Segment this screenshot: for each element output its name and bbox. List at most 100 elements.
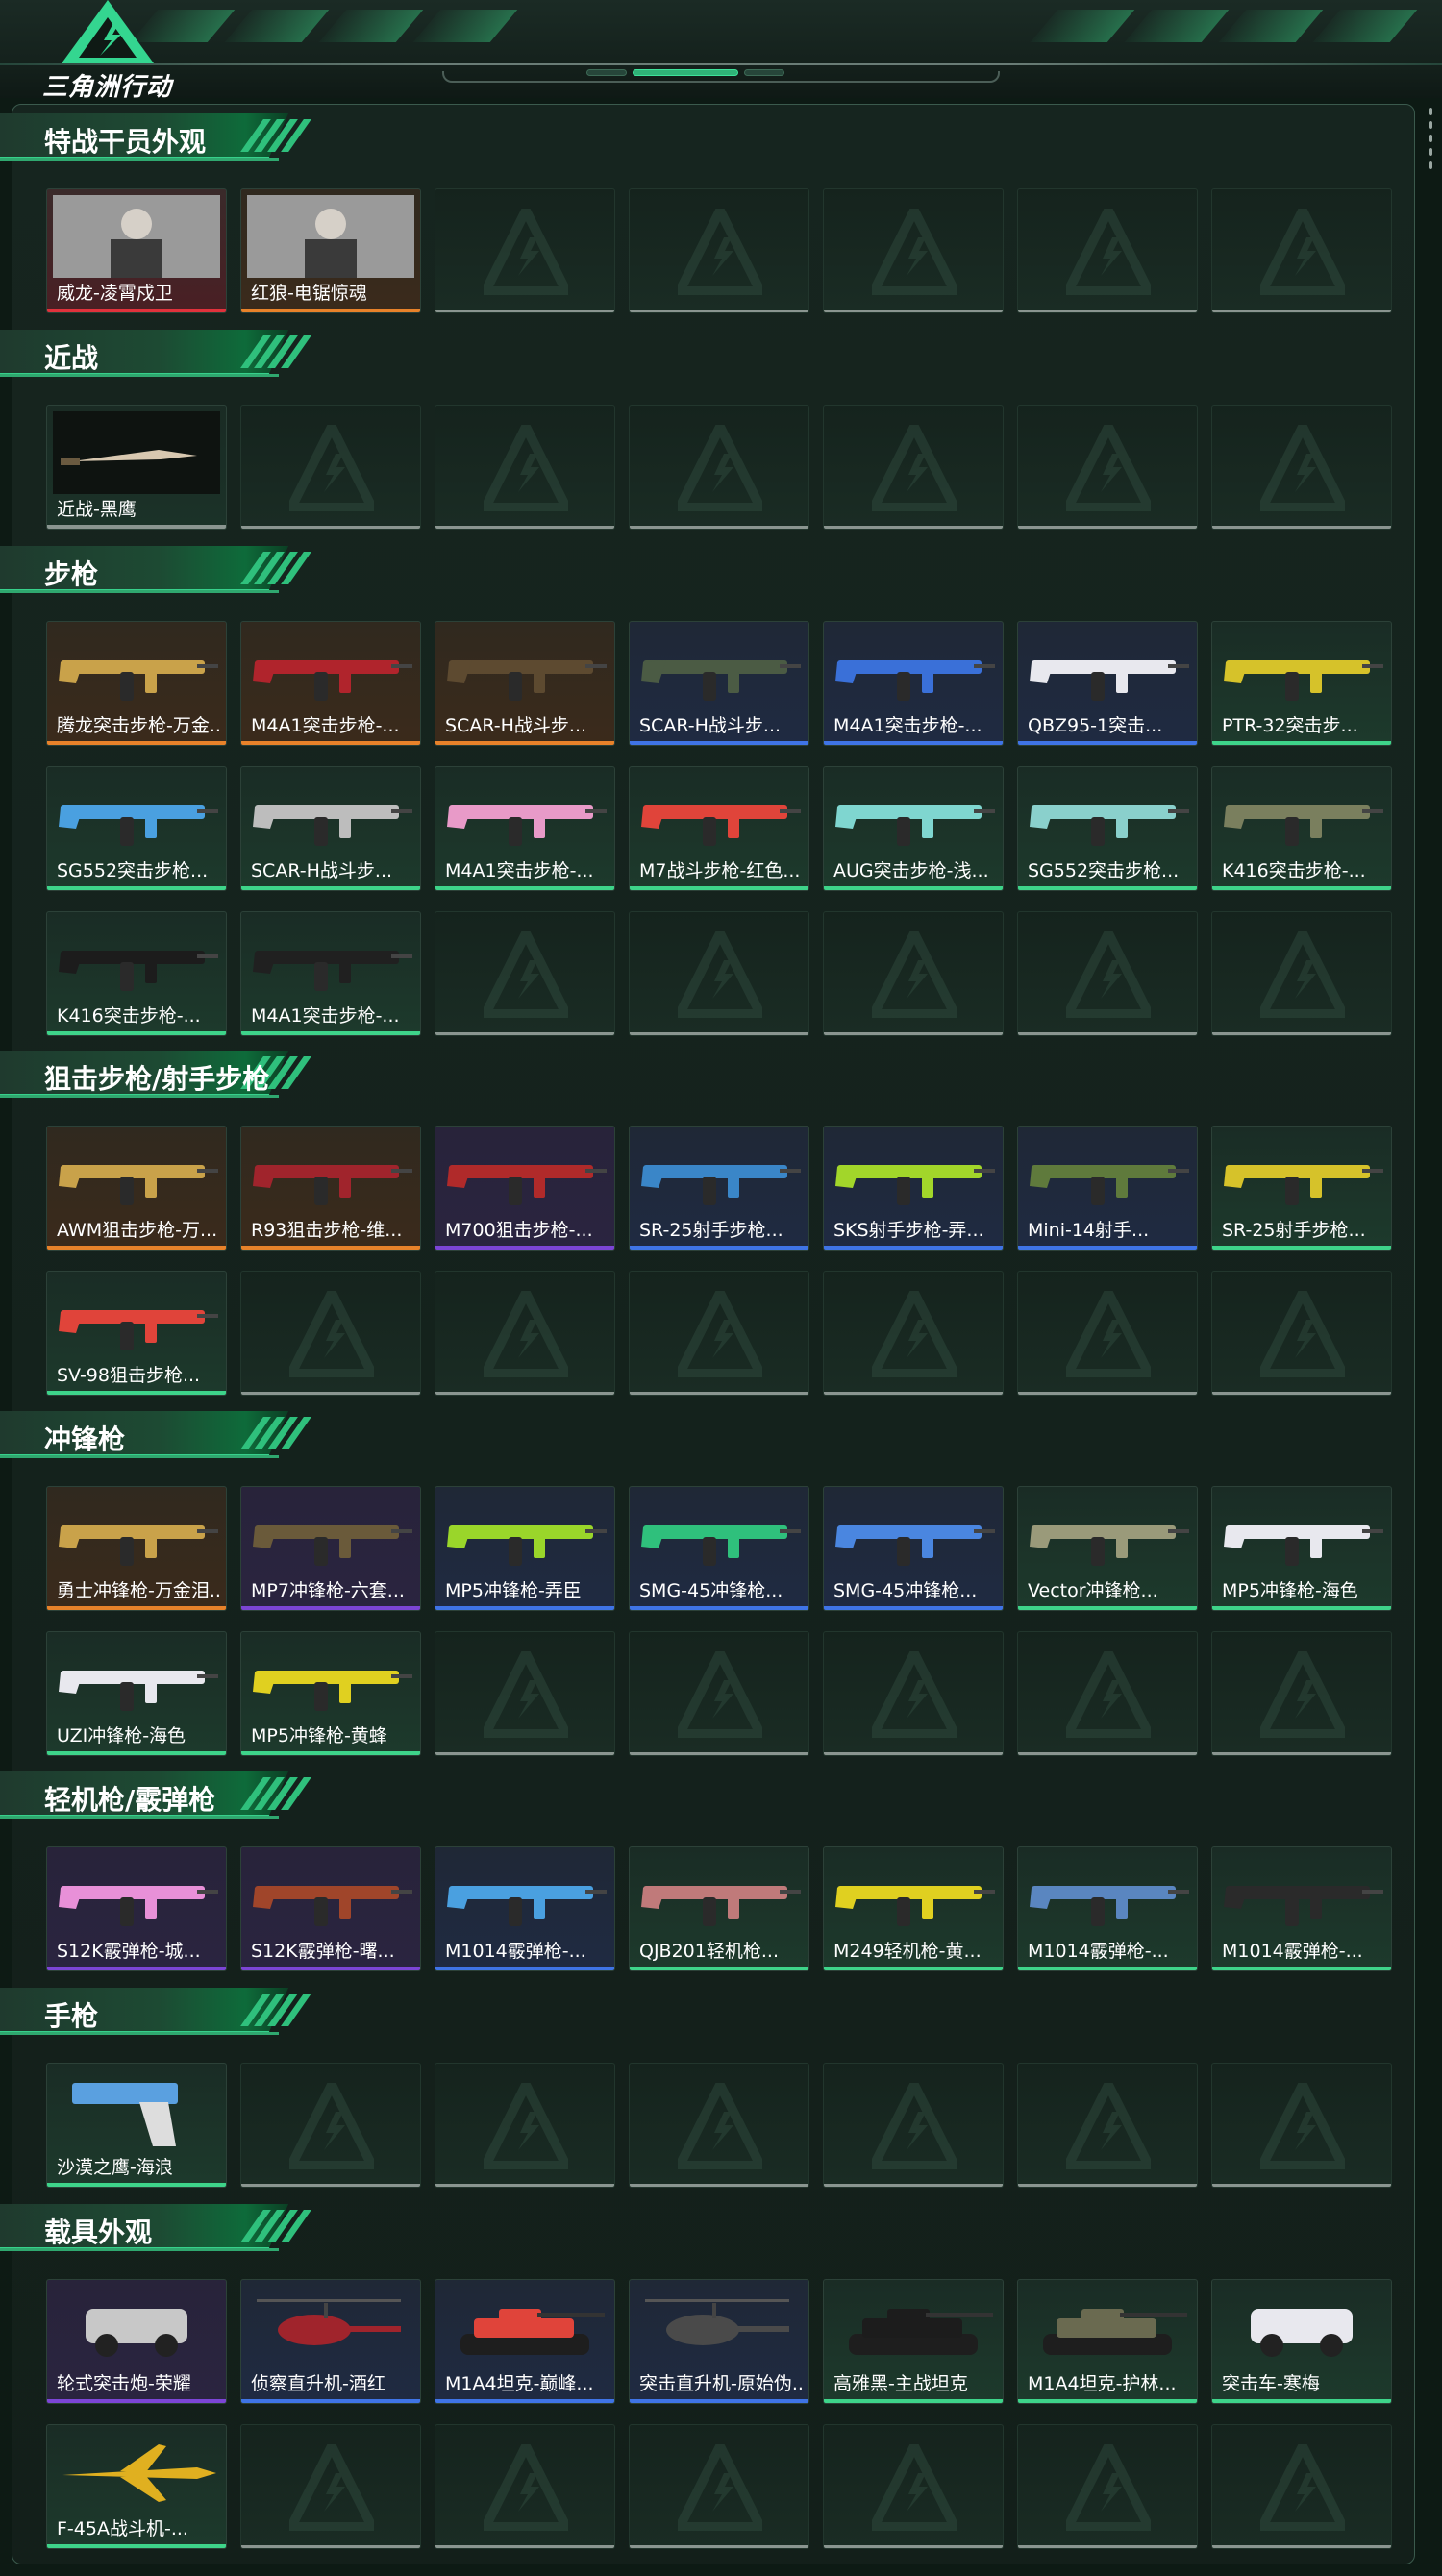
skin-card[interactable]: 威龙-凌霄戍卫: [46, 188, 227, 313]
skin-card[interactable]: SCAR-H战斗步...: [629, 621, 809, 746]
skin-card[interactable]: MP5冲锋枪-黄蜂: [240, 1631, 421, 1756]
section-header-underline: [0, 2032, 279, 2035]
skin-card[interactable]: SR-25射手步枪...: [1211, 1126, 1392, 1251]
scrollbar-indicator[interactable]: [1429, 108, 1434, 169]
smg-icon: [635, 1493, 803, 1575]
skin-card[interactable]: SMG-45冲锋枪...: [823, 1486, 1004, 1611]
skin-card[interactable]: K416突击步枪-...: [46, 911, 227, 1036]
skin-card[interactable]: M1014霰弹枪-...: [1017, 1846, 1198, 1971]
skin-card[interactable]: K416突击步枪-...: [1211, 766, 1392, 891]
empty-slot: [1211, 2424, 1392, 2549]
skin-card[interactable]: Mini-14射手...: [1017, 1126, 1198, 1251]
delta-emblem-icon: [865, 2435, 963, 2532]
skin-card-label: MP5冲锋枪-黄蜂: [251, 1725, 387, 1746]
skin-card[interactable]: M7战斗步枪-红色...: [629, 766, 809, 891]
empty-slot-strip: [435, 2184, 614, 2187]
skin-card[interactable]: S12K霰弹枪-城...: [46, 1846, 227, 1971]
empty-slot-strip: [630, 526, 808, 529]
skin-card[interactable]: 高雅黑-主战坦克: [823, 2279, 1004, 2404]
banner-stripes-left: [130, 10, 518, 46]
skin-card[interactable]: UZI冲锋枪-海色: [46, 1631, 227, 1756]
skin-card[interactable]: 轮式突击炮-荣耀: [46, 2279, 227, 2404]
skin-card[interactable]: QJB201轻机枪...: [629, 1846, 809, 1971]
empty-slot: [1211, 2063, 1392, 2188]
skin-card-label: R93狙击步枪-维...: [251, 1220, 403, 1241]
skin-card[interactable]: PTR-32突击步...: [1211, 621, 1392, 746]
helicopter-icon: [247, 2286, 414, 2368]
skin-card[interactable]: 突击车-寒梅: [1211, 2279, 1392, 2404]
skin-card[interactable]: SMG-45冲锋枪...: [629, 1486, 809, 1611]
rarity-strip: [47, 1031, 226, 1035]
empty-slot: [435, 911, 615, 1036]
rarity-strip: [435, 1246, 614, 1250]
skin-card-label: M1014霰弹枪-...: [1028, 1941, 1169, 1962]
skin-card[interactable]: 沙漠之鹰-海浪: [46, 2063, 227, 2188]
empty-slot-strip: [630, 1392, 808, 1395]
skin-card[interactable]: M1014霰弹枪-...: [1211, 1846, 1392, 1971]
section-header: 步枪: [0, 546, 317, 596]
rarity-strip: [630, 1246, 808, 1250]
empty-slot: [823, 911, 1004, 1036]
skin-card[interactable]: 红狼-电锯惊魂: [240, 188, 421, 313]
empty-slot-strip: [435, 526, 614, 529]
section-header: 狙击步枪/射手步枪: [0, 1051, 317, 1101]
skin-card[interactable]: S12K霰弹枪-曙...: [240, 1846, 421, 1971]
skin-card[interactable]: M4A1突击步枪-...: [435, 766, 615, 891]
skin-card[interactable]: SR-25射手步枪...: [629, 1126, 809, 1251]
empty-slot: [629, 2424, 809, 2549]
rarity-strip: [47, 886, 226, 890]
rarity-strip: [47, 741, 226, 745]
skin-card[interactable]: R93狙击步枪-维...: [240, 1126, 421, 1251]
skin-card[interactable]: SCAR-H战斗步...: [240, 766, 421, 891]
skin-card[interactable]: M249轻机枪-黄...: [823, 1846, 1004, 1971]
smg-icon: [247, 1493, 414, 1575]
rarity-strip: [1212, 1246, 1391, 1250]
empty-slot-strip: [630, 2184, 808, 2187]
sniper-icon: [1218, 1132, 1385, 1215]
delta-emblem-icon: [1059, 199, 1157, 296]
skin-card[interactable]: SV-98狙击步枪...: [46, 1271, 227, 1396]
empty-slot: [1017, 1631, 1198, 1756]
skin-card[interactable]: M1014霰弹枪-...: [435, 1846, 615, 1971]
section-header-slashes: [240, 119, 311, 152]
jet-icon: [53, 2431, 220, 2514]
skin-card[interactable]: SCAR-H战斗步...: [435, 621, 615, 746]
skin-card-label: 侦察直升机-酒红: [251, 2373, 385, 2394]
skin-card[interactable]: M700狙击步枪-...: [435, 1126, 615, 1251]
skin-card-label: M4A1突击步枪-...: [445, 860, 594, 881]
skin-card-label: 腾龙突击步枪-万金...: [57, 715, 222, 736]
skin-card[interactable]: Vector冲锋枪...: [1017, 1486, 1198, 1611]
delta-emblem-icon: [865, 1281, 963, 1378]
skin-card-label: MP5冲锋枪-弄臣: [445, 1580, 582, 1601]
shotgun-icon: [441, 1853, 609, 1936]
section-header-bar: [0, 1988, 288, 2034]
skin-card[interactable]: M1A4坦克-巅峰...: [435, 2279, 615, 2404]
empty-slot: [1017, 188, 1198, 313]
skin-card-label: M700狙击步枪-...: [445, 1220, 593, 1241]
skin-card[interactable]: 腾龙突击步枪-万金...: [46, 621, 227, 746]
skin-card[interactable]: SG552突击步枪...: [46, 766, 227, 891]
empty-slot-strip: [1018, 2184, 1197, 2187]
section-title: 冲锋枪: [44, 1424, 126, 1455]
skin-card[interactable]: AUG突击步枪-浅...: [823, 766, 1004, 891]
skin-card[interactable]: M4A1突击步枪-...: [240, 911, 421, 1036]
skin-card[interactable]: M1A4坦克-护林...: [1017, 2279, 1198, 2404]
skin-card[interactable]: 近战-黑鹰: [46, 405, 227, 530]
skin-card[interactable]: SG552突击步枪...: [1017, 766, 1198, 891]
skin-card[interactable]: 勇士冲锋枪-万金泪...: [46, 1486, 227, 1611]
skin-card[interactable]: SKS射手步枪-弄...: [823, 1126, 1004, 1251]
operator-portrait: [247, 195, 414, 278]
skin-card[interactable]: F-45A战斗机-...: [46, 2424, 227, 2549]
skin-card[interactable]: AWM狙击步枪-万...: [46, 1126, 227, 1251]
skin-card[interactable]: M4A1突击步枪-...: [823, 621, 1004, 746]
banner-rule: [0, 63, 1442, 65]
skin-card[interactable]: 侦察直升机-酒红: [240, 2279, 421, 2404]
skin-card[interactable]: QBZ95-1突击...: [1017, 621, 1198, 746]
skin-card[interactable]: 突击直升机-原始伪...: [629, 2279, 809, 2404]
skin-card[interactable]: MP7冲锋枪-六套...: [240, 1486, 421, 1611]
skin-card[interactable]: M4A1突击步枪-...: [240, 621, 421, 746]
empty-slot: [823, 188, 1004, 313]
skin-card[interactable]: MP5冲锋枪-海色: [1211, 1486, 1392, 1611]
skin-card-label: 近战-黑鹰: [57, 499, 137, 520]
skin-card[interactable]: MP5冲锋枪-弄臣: [435, 1486, 615, 1611]
